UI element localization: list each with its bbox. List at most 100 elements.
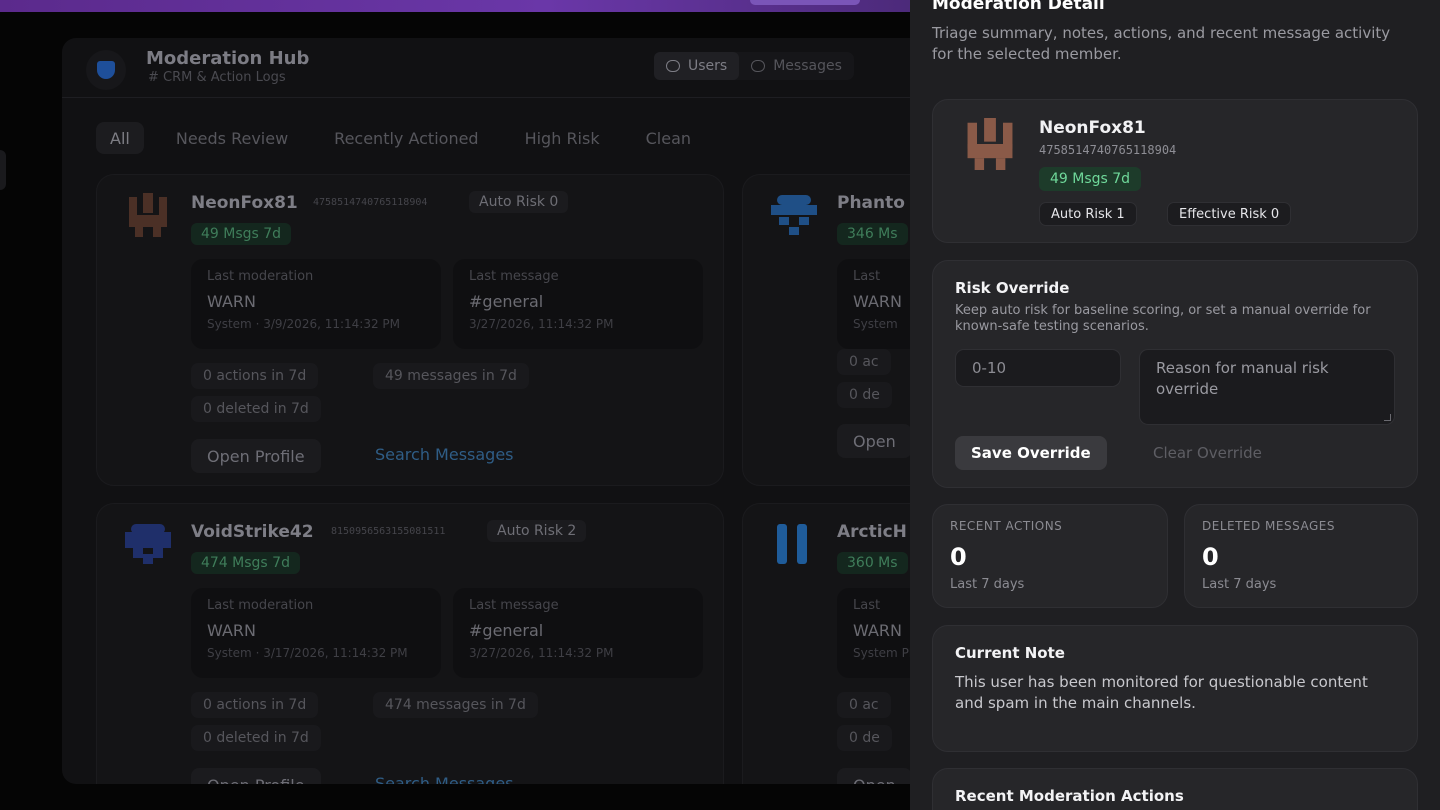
- risk-badge: Auto Risk 0: [469, 191, 569, 213]
- member-card: VoidStrike42 8150956563155081511 Auto Ri…: [96, 503, 724, 784]
- moderation-detail-drawer: Moderation Detail Triage summary, notes,…: [910, 0, 1440, 810]
- shield-icon: [97, 61, 115, 79]
- avatar: [967, 118, 1013, 170]
- open-profile-button[interactable]: Open: [837, 768, 912, 784]
- stat-value: 0: [950, 543, 967, 571]
- hub-title: Moderation Hub: [146, 48, 310, 69]
- msgs-badge: 474 Msgs 7d: [191, 552, 300, 574]
- auto-risk-badge: Auto Risk 1: [1039, 202, 1137, 226]
- last-moderation-label: Last moderation: [207, 598, 314, 613]
- last-message-box: Last message #general 3/27/2026, 11:14:3…: [453, 259, 703, 349]
- stat-period: Last 7 days: [950, 577, 1025, 592]
- deleted-chip: 0 deleted in 7d: [191, 725, 321, 751]
- screen: Moderation Hub # CRM & Action Logs Users…: [0, 0, 1440, 810]
- member-id: 4758514740765118904: [313, 197, 428, 208]
- stat-label: DELETED MESSAGES: [1202, 519, 1335, 533]
- current-note-text: This user has been monitored for questio…: [955, 673, 1368, 712]
- messages-chip: 49 messages in 7d: [373, 363, 529, 389]
- deleted-messages-stat: DELETED MESSAGES 0 Last 7 days: [1184, 504, 1418, 608]
- avatar: [771, 195, 817, 235]
- app-header: Moderation Hub # CRM & Action Logs Users…: [62, 38, 962, 98]
- search-messages-link[interactable]: Search Messages: [375, 774, 514, 784]
- filter-clean[interactable]: Clean: [632, 122, 705, 154]
- recent-moderation-actions-panel: Recent Moderation Actions: [932, 768, 1418, 810]
- avatar: [129, 193, 167, 237]
- avatar: [777, 524, 807, 564]
- stat-period: Last 7 days: [1202, 577, 1277, 592]
- last-message-label: Last message: [469, 269, 559, 284]
- users-icon: [666, 60, 680, 72]
- last-moderation-label: Last moderation: [207, 269, 314, 284]
- deleted-chip: 0 deleted in 7d: [191, 396, 321, 422]
- actions-chip: 0 actions in 7d: [191, 692, 319, 718]
- messages-chip: 474 messages in 7d: [373, 692, 538, 718]
- filter-all[interactable]: All: [96, 122, 144, 154]
- open-profile-button[interactable]: Open Profile: [191, 439, 321, 473]
- risk-score-input[interactable]: 0-10: [955, 349, 1121, 387]
- search-messages-link[interactable]: Search Messages: [375, 445, 514, 464]
- last-moderation-box: Last moderation WARN System · 3/17/2026,…: [191, 588, 441, 678]
- actions-chip: 0 actions in 7d: [191, 363, 319, 389]
- recent-moderation-actions-title: Recent Moderation Actions: [955, 787, 1184, 805]
- member-summary-panel: NeonFox81 4758514740765118904 49 Msgs 7d…: [932, 99, 1418, 243]
- member-card: NeonFox81 4758514740765118904 Auto Risk …: [96, 174, 724, 486]
- tab-users[interactable]: Users: [654, 52, 740, 80]
- chat-icon: [751, 60, 766, 72]
- open-profile-button[interactable]: Open: [837, 424, 912, 458]
- deleted-chip: 0 de: [837, 382, 892, 408]
- risk-override-description: Keep auto risk for baseline scoring, or …: [955, 303, 1371, 334]
- msgs-badge: 360 Ms: [837, 552, 908, 574]
- save-override-button[interactable]: Save Override: [955, 436, 1107, 470]
- member-id: 4758514740765118904: [1039, 143, 1177, 157]
- last-message-value: #general: [469, 292, 544, 311]
- msgs-badge: 346 Ms: [837, 223, 908, 245]
- deleted-chip: 0 de: [837, 725, 892, 751]
- filter-recently-actioned[interactable]: Recently Actioned: [320, 122, 492, 154]
- effective-risk-badge: Effective Risk 0: [1167, 202, 1292, 226]
- override-reason-placeholder: Reason for manual risk override: [1156, 359, 1329, 398]
- moderation-hub-app: Moderation Hub # CRM & Action Logs Users…: [62, 38, 962, 784]
- risk-override-panel: Risk Override Keep auto risk for baselin…: [932, 260, 1418, 488]
- last-message-value: #general: [469, 621, 544, 640]
- risk-override-title: Risk Override: [955, 279, 1070, 297]
- drawer-title: Moderation Detail: [932, 0, 1105, 14]
- actions-chip: 0 ac: [837, 692, 891, 718]
- current-note-title: Current Note: [955, 644, 1065, 662]
- last-moderation-box: Last moderation WARN System · 3/9/2026, …: [191, 259, 441, 349]
- filter-high-risk[interactable]: High Risk: [511, 122, 614, 154]
- member-name: VoidStrike42: [191, 522, 314, 542]
- override-reason-textarea[interactable]: Reason for manual risk override: [1139, 349, 1395, 425]
- member-name: NeonFox81: [1039, 118, 1146, 138]
- avatar: [125, 524, 171, 564]
- last-message-meta: 3/27/2026, 11:14:32 PM: [469, 317, 614, 331]
- recent-actions-stat: RECENT ACTIONS 0 Last 7 days: [932, 504, 1168, 608]
- resize-handle-icon[interactable]: [1384, 414, 1391, 421]
- clear-override-button[interactable]: Clear Override: [1153, 444, 1262, 462]
- risk-badge: Auto Risk 2: [487, 520, 587, 542]
- current-note-panel: Current Note This user has been monitore…: [932, 625, 1418, 752]
- last-moderation-meta: System · 3/9/2026, 11:14:32 PM: [207, 317, 401, 331]
- msgs-badge: 49 Msgs 7d: [1039, 167, 1142, 191]
- member-name: NeonFox81: [191, 193, 298, 213]
- filter-tabs: All Needs Review Recently Actioned High …: [96, 122, 713, 154]
- last-moderation-value: WARN: [207, 292, 256, 311]
- last-message-box: Last message #general 3/27/2026, 11:14:3…: [453, 588, 703, 678]
- last-moderation-meta: System · 3/17/2026, 11:14:32 PM: [207, 646, 408, 660]
- stat-value: 0: [1202, 543, 1219, 571]
- tab-messages[interactable]: Messages: [739, 52, 854, 80]
- actions-chip: 0 ac: [837, 349, 891, 375]
- banner-pill: [750, 0, 860, 5]
- view-switcher: Users Messages: [654, 52, 854, 80]
- open-profile-button[interactable]: Open Profile: [191, 768, 321, 784]
- left-edge-tab: [0, 150, 6, 190]
- drawer-subtitle: Triage summary, notes, actions, and rece…: [932, 24, 1391, 63]
- filter-needs-review[interactable]: Needs Review: [162, 122, 302, 154]
- stat-label: RECENT ACTIONS: [950, 519, 1063, 533]
- last-message-label: Last message: [469, 598, 559, 613]
- top-banner: [0, 0, 910, 12]
- last-message-meta: 3/27/2026, 11:14:32 PM: [469, 646, 614, 660]
- member-id: 8150956563155081511: [331, 526, 446, 537]
- member-name: ArcticH: [837, 522, 907, 542]
- msgs-badge: 49 Msgs 7d: [191, 223, 292, 245]
- hub-subtitle: # CRM & Action Logs: [148, 70, 286, 85]
